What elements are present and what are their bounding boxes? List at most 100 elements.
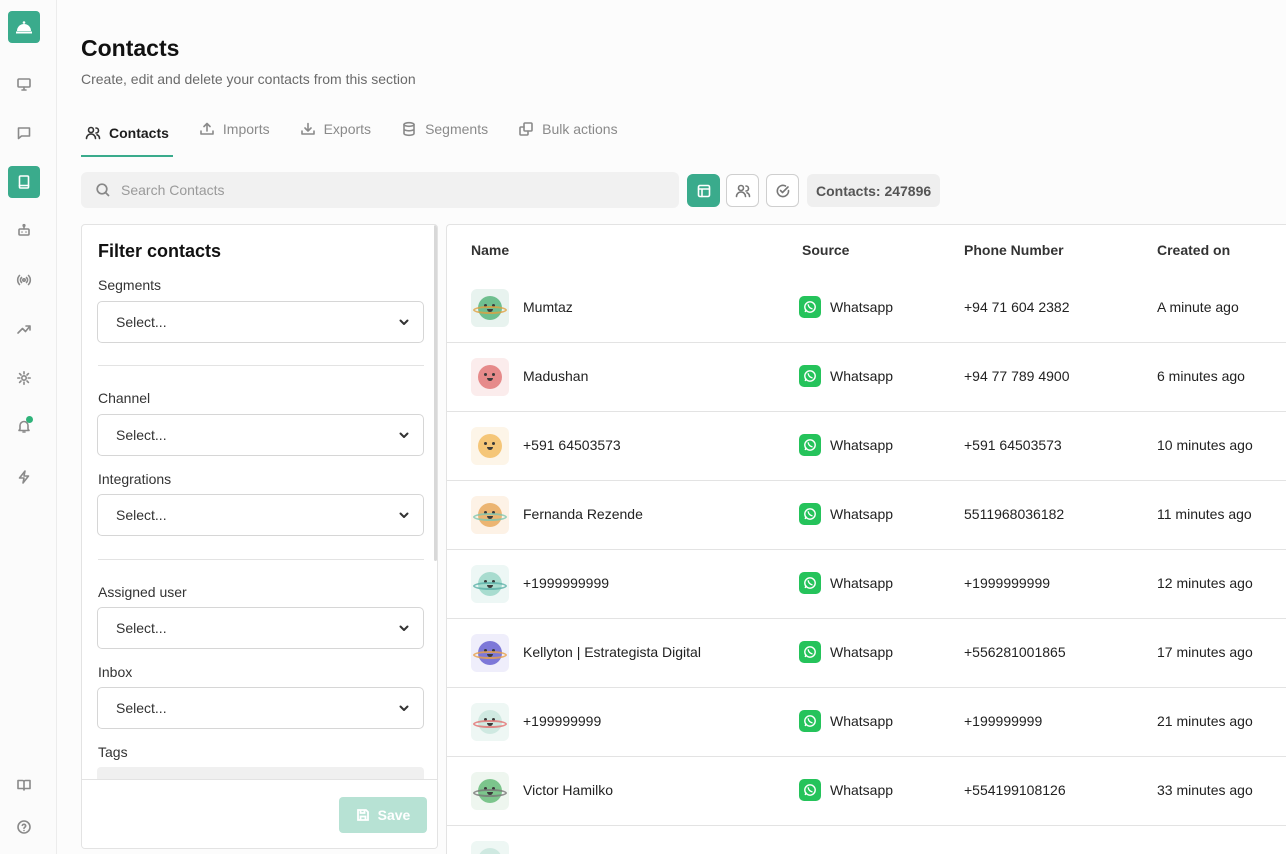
- whatsapp-icon: [804, 439, 816, 451]
- contact-name[interactable]: Madushan: [523, 368, 588, 384]
- broadcast-icon[interactable]: [8, 264, 40, 296]
- chat-icon[interactable]: [8, 117, 40, 149]
- filter-scrollbar[interactable]: [434, 225, 437, 561]
- lightning-icon[interactable]: [8, 461, 40, 493]
- created-on: 10 minutes ago: [1157, 437, 1253, 453]
- users-icon: [85, 126, 101, 140]
- phone-number: +94 77 789 4900: [964, 368, 1070, 384]
- trending-up-icon[interactable]: [8, 313, 40, 345]
- column-header-phone[interactable]: Phone Number: [964, 242, 1064, 258]
- select-value: Select...: [116, 314, 167, 330]
- created-on: 21 minutes ago: [1157, 713, 1253, 729]
- whatsapp-icon: [799, 572, 821, 594]
- whatsapp-icon: [804, 715, 816, 727]
- integrations-select[interactable]: Select...: [97, 494, 424, 536]
- divider: [98, 365, 424, 366]
- contact-name[interactable]: Fernanda Rezende: [523, 506, 643, 522]
- table-row[interactable]: +199999999 Whatsapp +199999999 21 minutes a…: [447, 688, 1286, 757]
- table-row[interactable]: Kellyton | Estrategista Digital Whatsapp +…: [447, 619, 1286, 688]
- download-icon: [300, 122, 315, 135]
- phone-number: +556281001865: [964, 644, 1066, 660]
- avatar-ring: [473, 306, 507, 314]
- settings-gear-icon[interactable]: [8, 362, 40, 394]
- channel-select[interactable]: Select...: [97, 414, 424, 456]
- table-row[interactable]: [447, 826, 1286, 854]
- source-cell: Whatsapp: [799, 572, 893, 594]
- contact-name[interactable]: Mumtaz: [523, 299, 573, 315]
- contact-name[interactable]: +591 64503573: [523, 437, 621, 453]
- tab-exports[interactable]: Exports: [296, 111, 375, 147]
- created-on: 17 minutes ago: [1157, 644, 1253, 660]
- contact-name[interactable]: +199999999: [523, 713, 601, 729]
- whatsapp-icon: [799, 779, 821, 801]
- whatsapp-icon: [804, 508, 816, 520]
- page-subtitle: Create, edit and delete your contacts fr…: [81, 71, 416, 87]
- save-button[interactable]: Save: [339, 797, 427, 833]
- tab-bulk-actions[interactable]: Bulk actions: [514, 111, 621, 147]
- bell-icon[interactable]: [8, 410, 40, 442]
- source-label: Whatsapp: [830, 782, 894, 798]
- table-icon: [697, 184, 710, 197]
- avatar-ring: [473, 789, 507, 797]
- search-input[interactable]: [121, 182, 661, 198]
- tab-label: Exports: [323, 121, 372, 137]
- source-label: Whatsapp: [830, 437, 894, 453]
- phone-number: +199999999: [964, 713, 1043, 729]
- column-header-created[interactable]: Created on: [1157, 242, 1230, 258]
- source-cell: Whatsapp: [799, 641, 893, 663]
- contact-name[interactable]: +1999999999: [523, 575, 609, 591]
- segments-label: Segments: [98, 277, 162, 293]
- tab-contacts[interactable]: Contacts: [81, 111, 173, 157]
- tab-label: Segments: [425, 121, 489, 137]
- chevron-down-icon: [399, 512, 409, 518]
- help-circle-icon[interactable]: [8, 811, 40, 843]
- table-row[interactable]: Madushan Whatsapp +94 77 789 4900 6 minutes…: [447, 343, 1286, 412]
- group-view-button[interactable]: [726, 174, 759, 207]
- phone-number: +591 64503573: [964, 437, 1062, 453]
- whatsapp-icon: [799, 365, 821, 387]
- whatsapp-icon: [799, 434, 821, 456]
- segments-select[interactable]: Select...: [97, 301, 424, 343]
- phone-number: +94 71 604 2382: [964, 299, 1070, 315]
- inbox-select[interactable]: Select...: [97, 687, 424, 729]
- whatsapp-icon: [804, 370, 816, 382]
- tab-segments[interactable]: Segments: [397, 111, 492, 147]
- table-row[interactable]: +591 64503573 Whatsapp +591 64503573 10 min…: [447, 412, 1286, 481]
- contacts-book-icon[interactable]: [8, 166, 40, 198]
- source-label: Whatsapp: [830, 644, 894, 660]
- select-value: Select...: [116, 620, 167, 636]
- copy-icon: [519, 122, 533, 136]
- bot-icon[interactable]: [8, 214, 40, 246]
- source-cell: Whatsapp: [799, 296, 893, 318]
- book-open-icon[interactable]: [8, 769, 40, 801]
- table-row[interactable]: Fernanda Rezende Whatsapp 5511968036182 11 …: [447, 481, 1286, 550]
- divider: [98, 559, 424, 560]
- tab-label: Contacts: [109, 125, 169, 141]
- table-row[interactable]: Mumtaz Whatsapp +94 71 604 2382 A minute ag…: [447, 274, 1286, 343]
- avatar: [471, 496, 509, 534]
- column-header-source[interactable]: Source: [802, 242, 849, 258]
- whatsapp-icon: [804, 577, 816, 589]
- avatar-ring: [473, 720, 507, 728]
- monitor-icon[interactable]: [8, 68, 40, 100]
- table-view-button[interactable]: [687, 174, 720, 207]
- select-value: Select...: [116, 507, 167, 523]
- users-icon: [735, 184, 750, 197]
- tab-label: Bulk actions: [542, 121, 618, 137]
- tab-imports[interactable]: Imports: [195, 111, 274, 147]
- select-mode-button[interactable]: [766, 174, 799, 207]
- column-header-name[interactable]: Name: [471, 242, 509, 258]
- search-bar: [81, 172, 679, 208]
- chevron-down-icon: [399, 319, 409, 325]
- contact-name[interactable]: Kellyton | Estrategista Digital: [523, 644, 701, 660]
- contacts-count-badge: Contacts: 247896: [807, 174, 941, 207]
- bell-logo-icon[interactable]: [8, 11, 40, 43]
- phone-number: +1999999999: [964, 575, 1051, 591]
- source-cell: Whatsapp: [799, 779, 893, 801]
- contact-name[interactable]: Victor Hamilko: [523, 782, 613, 798]
- check-circle-icon: [776, 184, 789, 197]
- table-row[interactable]: +1999999999 Whatsapp +1999999999 12 minutes…: [447, 550, 1286, 619]
- table-row[interactable]: Victor Hamilko Whatsapp +554199108126 33 mi…: [447, 757, 1286, 826]
- assigned-user-select[interactable]: Select...: [97, 607, 424, 649]
- whatsapp-icon: [799, 296, 821, 318]
